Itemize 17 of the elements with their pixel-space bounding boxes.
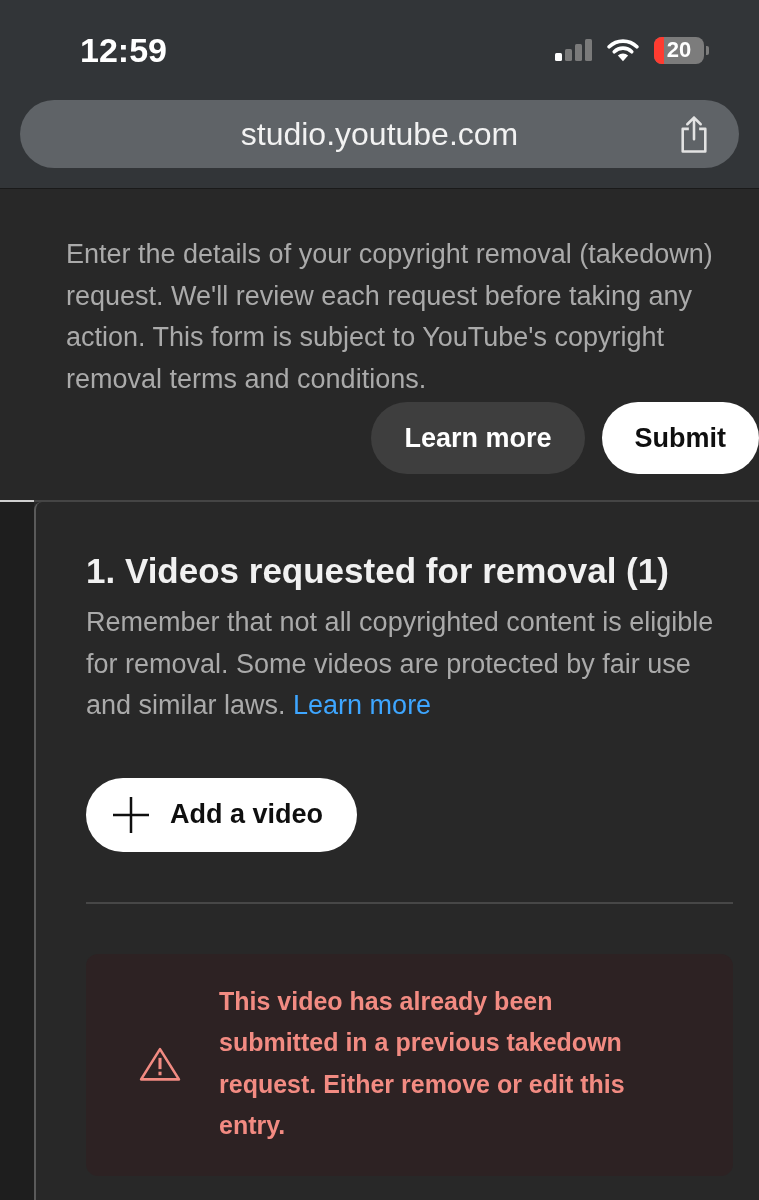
learn-more-link[interactable]: Learn more bbox=[293, 690, 432, 720]
status-time: 12:59 bbox=[80, 33, 167, 67]
error-message: This video has already been submitted in a previous takedown request. Either remove or edit this entry. bbox=[219, 985, 626, 1141]
signal-icon bbox=[555, 39, 592, 61]
wifi-icon bbox=[607, 38, 639, 62]
learn-more-button[interactable]: Learn more bbox=[371, 402, 585, 474]
add-video-button[interactable]: Add a video bbox=[86, 777, 358, 852]
section-title: 1. Videos requested for removal (1) bbox=[86, 550, 669, 592]
address-bar[interactable]: studio.youtube.com bbox=[20, 100, 739, 168]
share-icon[interactable] bbox=[678, 115, 710, 153]
battery-indicator: 20 bbox=[654, 36, 709, 64]
plus-icon bbox=[113, 796, 149, 833]
url-text: studio.youtube.com bbox=[240, 118, 519, 150]
warning-icon bbox=[139, 1046, 181, 1081]
submit-button[interactable]: Submit bbox=[601, 402, 759, 474]
description-text: Remember that not all copyrighted content is eligible for removal. Some videos are protected by fair use and similar laws. Learn more bbox=[86, 606, 715, 722]
intro-text: Enter the details of your copyright removal (takedown) request. We'll review each request before taking any action. This form is subject to YouTube's copyright removal terms and conditions. bbox=[66, 238, 714, 396]
